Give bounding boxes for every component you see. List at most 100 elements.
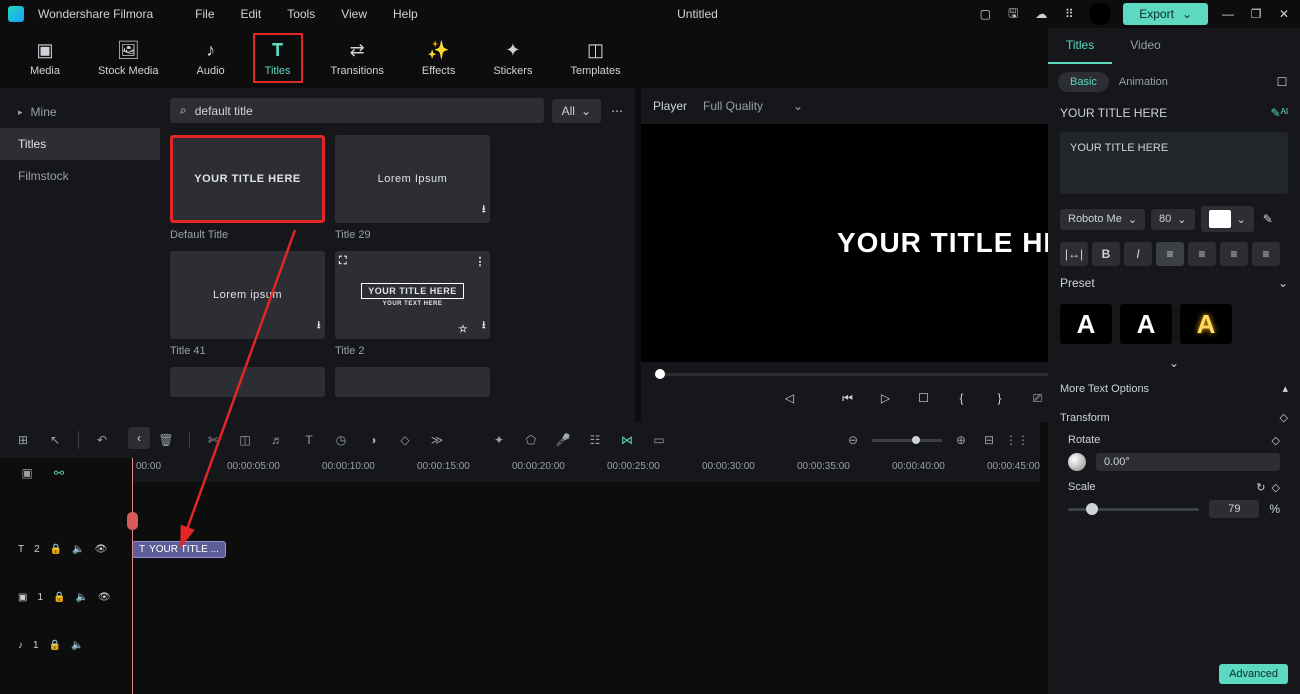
transform-section[interactable]: Transform: [1060, 412, 1110, 424]
expand-icon[interactable]: ⛶: [339, 255, 347, 268]
more-tools-icon[interactable]: ≫: [428, 431, 446, 449]
text-icon[interactable]: T: [300, 431, 318, 449]
auto-tool-icon[interactable]: ⊞: [14, 431, 32, 449]
rotate-value[interactable]: 0.00°: [1096, 453, 1280, 471]
preset-2[interactable]: A: [1120, 304, 1172, 344]
tab-titles[interactable]: 𝐓Titles: [253, 33, 303, 83]
eye-icon[interactable]: 👁: [95, 544, 108, 555]
tab-templates[interactable]: ◫Templates: [560, 35, 630, 81]
stop-icon[interactable]: ☐: [916, 390, 932, 406]
mark-out-icon[interactable]: }: [992, 390, 1008, 406]
apps-icon[interactable]: ⠿: [1061, 6, 1077, 22]
reset-icon[interactable]: ↻: [1256, 482, 1265, 494]
more-text-options[interactable]: More Text Options: [1060, 383, 1149, 395]
menu-view[interactable]: View: [341, 7, 367, 21]
scale-value[interactable]: 79: [1209, 500, 1259, 518]
color-icon[interactable]: ◑: [364, 431, 382, 449]
search-box[interactable]: ⌕: [170, 98, 544, 123]
sidebar-item-mine[interactable]: ▸Mine: [0, 96, 160, 128]
align-right-button[interactable]: ≡: [1220, 242, 1248, 266]
zoom-out-icon[interactable]: ⊖: [844, 431, 862, 449]
tab-effects[interactable]: ✨Effects: [412, 35, 465, 81]
ai-edit-icon[interactable]: ✎ᴬᴵ: [1271, 106, 1289, 120]
thumb-default-title[interactable]: YOUR TITLE HERE: [170, 135, 325, 223]
font-size-dropdown[interactable]: 80⌄: [1151, 209, 1194, 230]
tab-media[interactable]: ▣Media: [20, 35, 70, 81]
scale-slider[interactable]: [1068, 508, 1199, 511]
undo-icon[interactable]: ↶: [93, 431, 111, 449]
tab-stock-media[interactable]: 🖼Stock Media: [88, 35, 169, 81]
layout-icon[interactable]: ▢: [977, 6, 993, 22]
search-input[interactable]: [195, 104, 534, 118]
thumb-title-29[interactable]: Lorem Ipsum⭳: [335, 135, 490, 223]
display-icon[interactable]: ⎚: [1030, 390, 1046, 406]
tab-audio[interactable]: ♪Audio: [187, 35, 235, 81]
thumb-title-2[interactable]: ⛶ ⋮ YOUR TITLE HERE YOUR TEXT HERE ☆ ⭳: [335, 251, 490, 339]
track-options-icon[interactable]: ▣: [18, 464, 36, 482]
playhead[interactable]: [132, 458, 133, 694]
preset-1[interactable]: A: [1060, 304, 1112, 344]
adjust-icon[interactable]: ▭: [650, 431, 668, 449]
beat-icon[interactable]: ♬: [268, 431, 286, 449]
quality-dropdown[interactable]: Full Quality⌄: [703, 99, 803, 113]
align-center-button[interactable]: ≡: [1188, 242, 1216, 266]
crop-icon[interactable]: ◫: [236, 431, 254, 449]
mark-in-icon[interactable]: {: [954, 390, 970, 406]
thumb-title-41[interactable]: Lorem ipsum⭳: [170, 251, 325, 339]
chevron-down-icon[interactable]: ⌄: [1278, 276, 1288, 290]
step-back-icon[interactable]: ⏮: [840, 390, 856, 406]
tab-stickers[interactable]: ✦Stickers: [483, 35, 542, 81]
zoom-in-icon[interactable]: ⊕: [952, 431, 970, 449]
download-icon[interactable]: ⭳: [482, 202, 486, 219]
sidebar-collapse-button[interactable]: ‹: [128, 427, 150, 449]
voice-icon[interactable]: 🎤: [554, 431, 572, 449]
mute-icon[interactable]: 🔈: [71, 640, 83, 651]
menu-dots-icon[interactable]: ⋮: [475, 255, 487, 268]
maximize-icon[interactable]: ❐: [1248, 6, 1264, 22]
magnet-icon[interactable]: ⋈: [618, 431, 636, 449]
zoom-slider[interactable]: [872, 439, 942, 442]
italic-button[interactable]: I: [1124, 242, 1152, 266]
link-icon[interactable]: ⚯: [50, 464, 68, 482]
split-icon[interactable]: ✄: [204, 431, 222, 449]
pointer-icon[interactable]: ↖: [46, 431, 64, 449]
export-button[interactable]: Export⌄: [1123, 3, 1208, 25]
align-left-button[interactable]: ≡: [1156, 242, 1184, 266]
keyframe-icon[interactable]: ◇: [396, 431, 414, 449]
marker-icon[interactable]: ⬠: [522, 431, 540, 449]
audio-track[interactable]: ♪1 🔒 🔈: [0, 628, 1040, 662]
cloud-icon[interactable]: ☁: [1033, 6, 1049, 22]
sidebar-item-filmstock[interactable]: Filmstock: [0, 160, 160, 192]
customize-icon[interactable]: ☐: [1274, 74, 1290, 90]
sidebar-item-titles[interactable]: Titles: [0, 128, 160, 160]
timeline-ruler[interactable]: 00:00 00:00:05:00 00:00:10:00 00:00:15:0…: [132, 458, 1040, 482]
menu-tools[interactable]: Tools: [287, 7, 315, 21]
menu-help[interactable]: Help: [393, 7, 418, 21]
save-icon[interactable]: 🖫: [1005, 6, 1021, 22]
mixer-icon[interactable]: ☷: [586, 431, 604, 449]
align-justify-button[interactable]: ≡: [1252, 242, 1280, 266]
video-track[interactable]: ▣1 🔒 🔈 👁: [0, 580, 1040, 614]
download-icon[interactable]: ⭳: [317, 318, 321, 335]
keyframe-icon[interactable]: ◇: [1272, 434, 1280, 447]
more-icon[interactable]: ⋯: [609, 103, 625, 119]
filter-dropdown[interactable]: All⌄: [552, 99, 601, 123]
speed-icon[interactable]: ◷: [332, 431, 350, 449]
bold-button[interactable]: B: [1092, 242, 1120, 266]
account-icon[interactable]: [1089, 3, 1111, 25]
favorite-icon[interactable]: ☆: [459, 324, 468, 335]
lock-icon[interactable]: 🔒: [49, 640, 61, 651]
eye-icon[interactable]: 👁: [98, 592, 111, 603]
play-icon[interactable]: ▷: [878, 390, 894, 406]
mute-icon[interactable]: 🔈: [75, 592, 87, 603]
title-text-input[interactable]: YOUR TITLE HERE: [1060, 132, 1288, 194]
menu-file[interactable]: File: [195, 7, 214, 21]
keyframe-icon[interactable]: ◇: [1280, 411, 1288, 424]
inspector-tab-titles[interactable]: Titles: [1048, 28, 1112, 64]
prev-icon[interactable]: ◁: [782, 390, 798, 406]
thumb-placeholder[interactable]: [170, 367, 325, 397]
lock-icon[interactable]: 🔒: [53, 592, 65, 603]
spacing-icon[interactable]: |↔|: [1060, 242, 1088, 266]
thumb-placeholder[interactable]: [335, 367, 490, 397]
lock-icon[interactable]: 🔒: [50, 544, 62, 555]
